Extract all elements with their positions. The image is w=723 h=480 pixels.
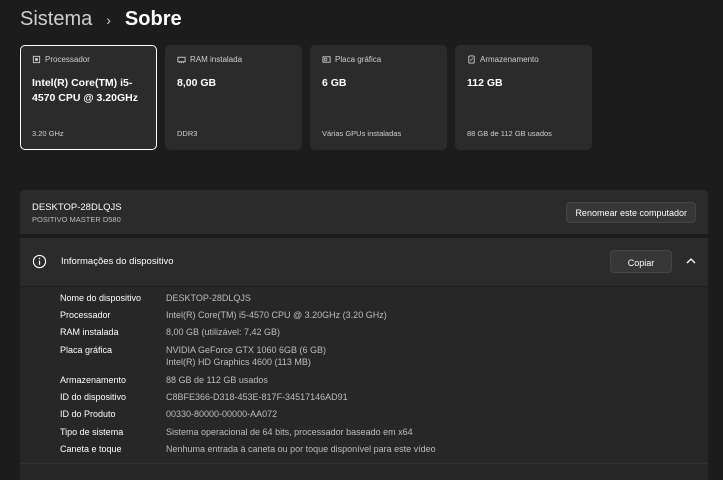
device-info-title: Informações do dispositivo (61, 256, 174, 267)
rename-computer-button[interactable]: Renomear este computador (566, 202, 696, 223)
spec-value: 00330-80000-00000-AA072 (166, 409, 278, 419)
processor-icon (32, 55, 41, 64)
card-title: RAM instalada (190, 55, 243, 64)
breadcrumb: Sistema › Sobre (20, 8, 182, 31)
card-foot: 3.20 GHz (32, 129, 64, 138)
info-icon (32, 254, 47, 269)
page-title: Sobre (124, 8, 182, 30)
spec-label: Tipo de sistema (60, 427, 124, 437)
card-title: Armazenamento (480, 55, 539, 64)
spec-value: Intel(R) Core(TM) i5-4570 CPU @ 3.20GHz … (166, 310, 387, 320)
card-title: Processador (45, 55, 90, 64)
chevron-right-icon: › (106, 11, 111, 28)
storage-icon (468, 55, 475, 64)
spec-label: Nome do dispositivo (60, 293, 142, 303)
gpu-icon (322, 56, 331, 63)
spec-value: DESKTOP-28DLQJS (166, 293, 251, 303)
card-storage[interactable]: Armazenamento 112 GB 88 GB de 112 GB usa… (455, 45, 592, 150)
device-info-header[interactable]: Informações do dispositivo Copiar (20, 238, 708, 286)
spec-value-secondary: Intel(R) HD Graphics 4600 (113 MB) (166, 357, 311, 367)
spec-label: RAM instalada (60, 327, 119, 337)
spec-value: Sistema operacional de 64 bits, processa… (166, 427, 413, 437)
computer-name: DESKTOP-28DLQJS (32, 202, 122, 213)
spec-label: Processador (60, 310, 111, 320)
card-value: Intel(R) Core(TM) i5-4570 CPU @ 3.20GHz (32, 77, 138, 104)
card-processor[interactable]: Processador Intel(R) Core(TM) i5-4570 CP… (20, 45, 157, 150)
spec-value: Nenhuma entrada à caneta ou por toque di… (166, 444, 436, 454)
spec-label: ID do Produto (60, 409, 116, 419)
card-value: 112 GB (467, 77, 503, 89)
card-gpu[interactable]: Placa gráfica 6 GB Várias GPUs instalada… (310, 45, 447, 150)
chevron-up-icon[interactable] (686, 257, 696, 265)
card-value: 6 GB (322, 77, 347, 89)
spec-cards: Processador Intel(R) Core(TM) i5-4570 CP… (20, 45, 592, 150)
card-title: Placa gráfica (335, 55, 382, 64)
breadcrumb-parent[interactable]: Sistema (20, 8, 92, 31)
card-foot: Várias GPUs instaladas (322, 129, 402, 138)
card-ram[interactable]: RAM instalada 8,00 GB DDR3 (165, 45, 302, 150)
divider (20, 463, 708, 464)
spec-value: 8,00 GB (utilizável: 7,42 GB) (166, 327, 281, 337)
spec-label: ID do dispositivo (60, 392, 127, 402)
spec-label: Caneta e toque (60, 444, 122, 454)
spec-value: 88 GB de 112 GB usados (166, 375, 268, 385)
copy-button[interactable]: Copiar (610, 250, 672, 273)
spec-label: Armazenamento (60, 375, 127, 385)
card-foot: 88 GB de 112 GB usados (467, 129, 552, 138)
ram-icon (177, 56, 186, 64)
computer-name-panel: DESKTOP-28DLQJS POSITIVO MASTER D580 Ren… (20, 190, 708, 234)
card-value: 8,00 GB (177, 77, 217, 89)
computer-model: POSITIVO MASTER D580 (32, 215, 121, 224)
spec-label: Placa gráfica (60, 345, 113, 355)
spec-value: C8BFE366-D318-453E-817F-34517146AD91 (166, 392, 348, 402)
spec-value: NVIDIA GeForce GTX 1060 6GB (6 GB) (166, 345, 327, 355)
card-foot: DDR3 (177, 129, 198, 138)
device-info-body: Nome do dispositivo DESKTOP-28DLQJS Proc… (20, 287, 708, 480)
